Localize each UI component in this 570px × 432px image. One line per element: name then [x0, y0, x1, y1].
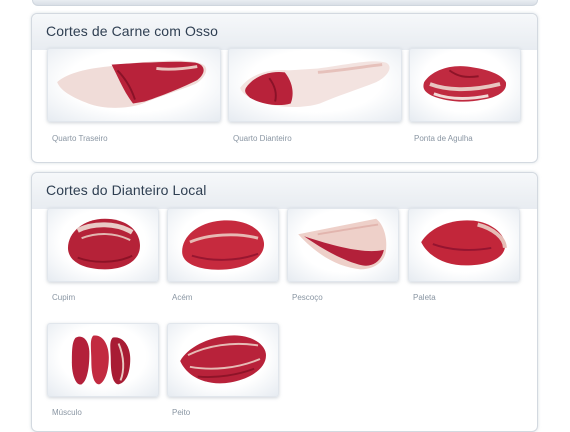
- previous-section-bottom: [32, 0, 538, 6]
- cupim-cut-image: [67, 218, 140, 270]
- paleta-cut-image: [421, 220, 507, 266]
- product-thumbnail[interactable]: [47, 48, 221, 122]
- product-label[interactable]: Quarto Dianteiro: [233, 134, 292, 143]
- product-label[interactable]: Músculo: [52, 408, 82, 417]
- product-label[interactable]: Ponta de Agulha: [414, 134, 473, 143]
- section-bone-in-cuts: Cortes de Carne com Osso Quarto Traseiro…: [31, 13, 538, 163]
- forequarter-cut-image: [240, 61, 390, 108]
- section-title: Cortes do Dianteiro Local: [46, 182, 207, 198]
- product-label[interactable]: Quarto Traseiro: [52, 134, 108, 143]
- product-label[interactable]: Paleta: [413, 293, 436, 302]
- acem-cut-image: [182, 220, 265, 270]
- musculo-cut-image: [71, 335, 131, 385]
- product-thumbnail[interactable]: [47, 208, 159, 282]
- pescoco-cut-image: [298, 218, 387, 270]
- section-local-forequarter-cuts: Cortes do Dianteiro Local Cupim Acém Pes…: [31, 172, 538, 432]
- product-thumbnail[interactable]: [409, 48, 521, 122]
- product-thumbnail[interactable]: [287, 208, 399, 282]
- product-thumbnail[interactable]: [47, 323, 159, 397]
- ponta-de-agulha-cut-image: [423, 66, 507, 102]
- product-label[interactable]: Pescoço: [292, 293, 323, 302]
- product-thumbnail[interactable]: [408, 208, 520, 282]
- peito-cut-image: [180, 335, 266, 384]
- product-thumbnail[interactable]: [228, 48, 402, 122]
- section-title: Cortes de Carne com Osso: [46, 23, 219, 39]
- product-label[interactable]: Acém: [172, 293, 192, 302]
- hindquarter-cut-image: [57, 60, 207, 108]
- product-label[interactable]: Cupim: [52, 293, 75, 302]
- product-thumbnail[interactable]: [167, 323, 279, 397]
- product-label[interactable]: Peito: [172, 408, 190, 417]
- product-thumbnail[interactable]: [167, 208, 279, 282]
